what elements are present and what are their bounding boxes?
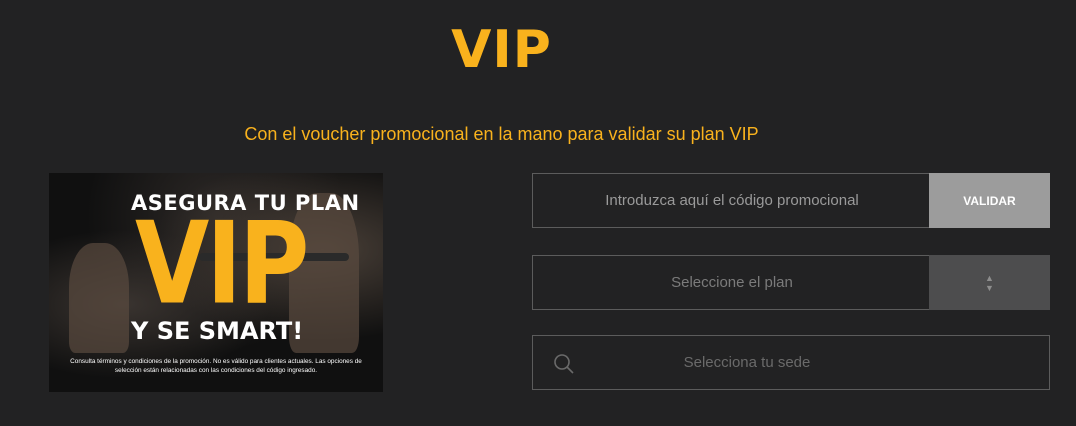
validate-button[interactable]: VALIDAR (929, 173, 1050, 228)
promo-banner-image: ASEGURA TU PLAN VIP Y SE SMART! Consulta… (49, 173, 383, 392)
arrow-up-icon: ▲ (985, 272, 994, 283)
promo-code-field: VALIDAR (532, 173, 1050, 228)
page-subtitle: Con el voucher promocional en la mano pa… (244, 124, 759, 144)
arrow-down-icon: ▼ (985, 282, 994, 293)
plan-select-label: Seleccione el plan (671, 274, 793, 291)
promo-vip-text: VIP (135, 197, 309, 330)
sort-arrows-icon[interactable]: ▲ ▼ (929, 255, 1050, 310)
site-select[interactable]: Selecciona tu sede (532, 335, 1050, 390)
plan-select[interactable]: Seleccione el plan ▲ ▼ (532, 255, 1050, 310)
promo-fine-print: Consulta términos y condiciones de la pr… (70, 358, 362, 374)
promo-tagline: Y SE SMART! (131, 317, 304, 345)
promo-code-input[interactable] (533, 174, 931, 227)
site-select-label: Selecciona tu sede (683, 354, 811, 371)
athlete-silhouette (69, 243, 129, 353)
page-title: VIP (451, 20, 552, 80)
